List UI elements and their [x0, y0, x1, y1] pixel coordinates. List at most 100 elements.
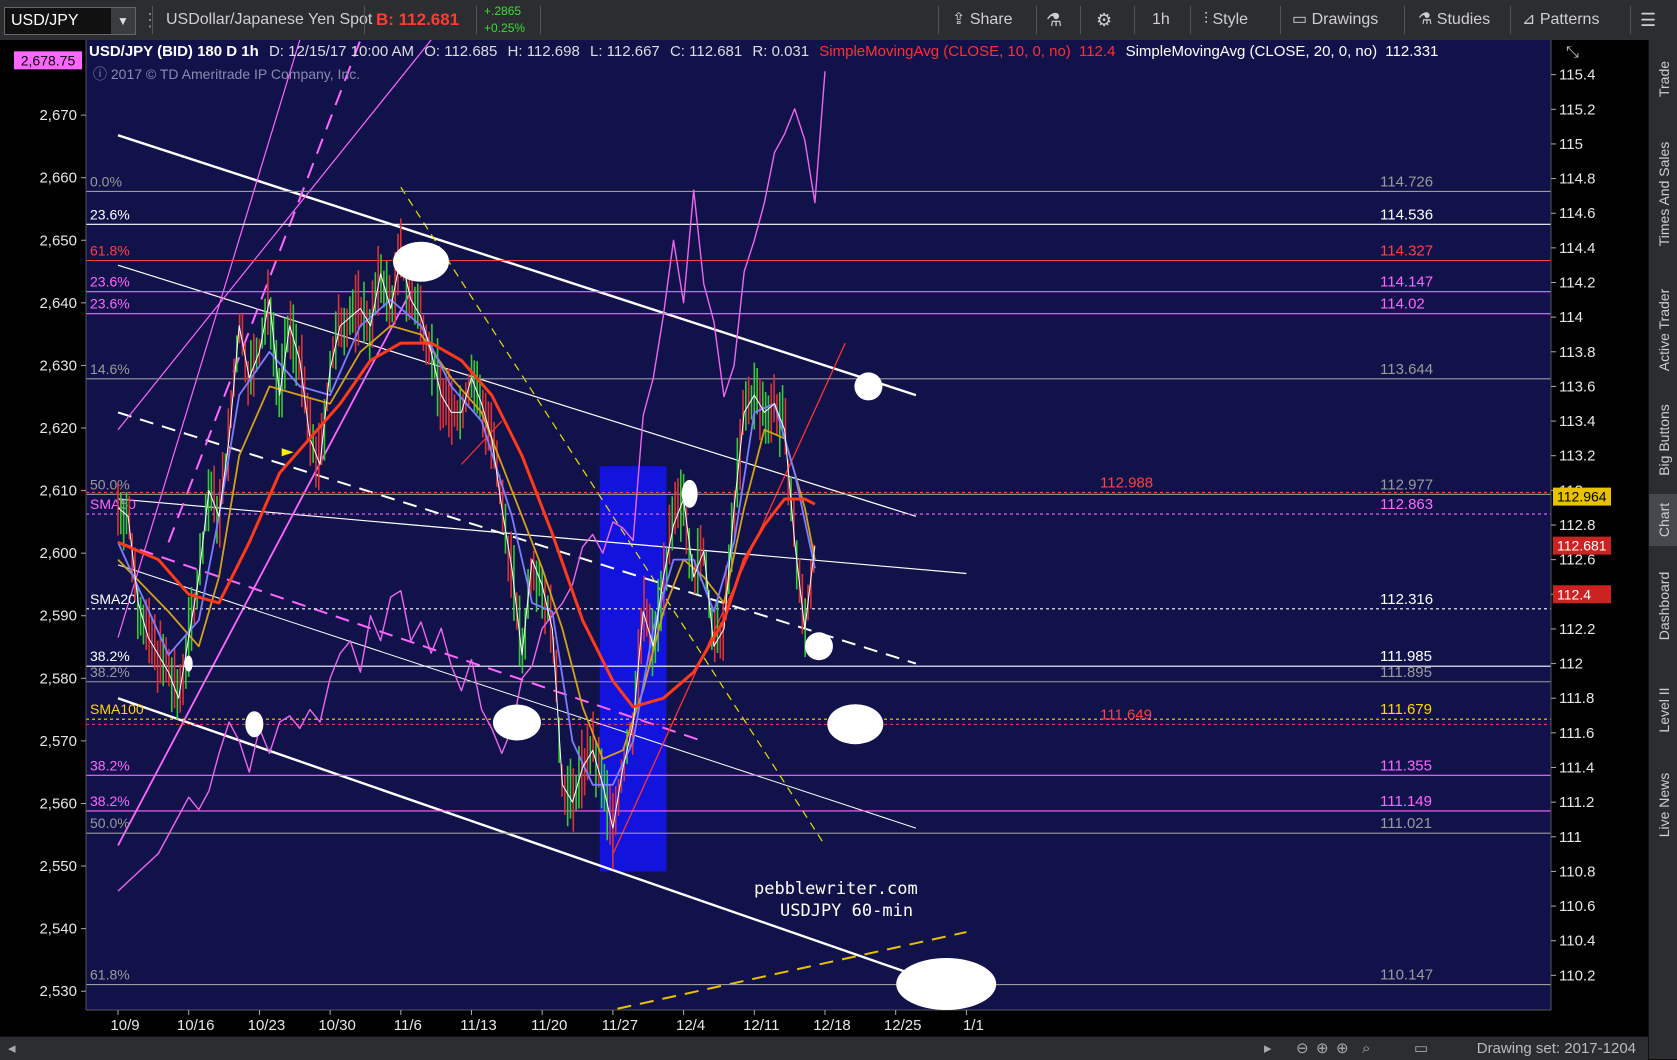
rail-tab-trade[interactable]: Trade	[1649, 44, 1677, 114]
header-open: O: 112.685	[424, 43, 498, 60]
right-tick-label: 114.4	[1559, 240, 1595, 257]
left-tick-label: 2,660	[39, 170, 77, 187]
collapse-icon[interactable]: ⤡	[1566, 44, 1579, 62]
right-tick-label: 110.4	[1559, 933, 1595, 950]
divider	[1190, 6, 1191, 34]
watermark: pebblewriter.com USDJPY 60-min	[754, 878, 918, 922]
right-tick-label: 112	[1559, 656, 1583, 673]
divider	[364, 6, 365, 34]
divider	[938, 6, 939, 34]
header-date: D: 12/15/17 10:00 AM	[268, 43, 415, 60]
symbol-description: USDollar/Japanese Yen Spot	[166, 11, 373, 28]
level-value: 112.316	[1380, 591, 1433, 608]
watermark-line-2: USDJPY 60-min	[780, 901, 914, 921]
sma20-value: 112.331	[1385, 43, 1439, 60]
level-label: 61.8%	[90, 967, 130, 983]
right-tick-label: 114.6	[1559, 205, 1595, 222]
chart-area[interactable]: 0.0% 114.726 23.6% 114.536 61.8% 114.327 23.6%…	[0, 40, 1648, 1040]
drawing-set-label[interactable]: Drawing set: 2017-1204	[1477, 1037, 1636, 1060]
level-label: 23.6%	[90, 296, 130, 312]
interval-button[interactable]: 1h	[1152, 0, 1170, 40]
level-label: 38.2%	[90, 793, 130, 809]
level-label: 61.8%	[90, 243, 130, 259]
rail-tab-label: Trade	[1655, 60, 1672, 98]
rail-tab-dashboard[interactable]: Dashboard	[1649, 552, 1677, 660]
level-value: 114.02	[1380, 296, 1425, 313]
level-label: SMA100	[90, 701, 144, 717]
x-tick-label: 11/6	[394, 1017, 422, 1034]
rail-tab-label: Times And Sales	[1655, 141, 1672, 247]
price-tag-label: 112.4	[1557, 586, 1591, 602]
level-value: 112.977	[1380, 476, 1433, 493]
right-tick-label: 113.4	[1559, 413, 1595, 430]
level-value: 111.149	[1380, 793, 1432, 810]
level-value: 112.863	[1380, 496, 1433, 513]
price-tag-label: 112.681	[1557, 538, 1607, 554]
rail-tab-level-ii[interactable]: Level II	[1649, 666, 1677, 754]
share-button[interactable]: ⇪ Share	[952, 0, 1013, 40]
style-label: Style	[1212, 11, 1249, 28]
drawing-set-icon[interactable]: ▭	[1414, 1037, 1428, 1060]
left-tick-label: 2,550	[39, 858, 77, 875]
annotation-ellipse	[245, 711, 264, 738]
rail-tab-chart[interactable]: Chart	[1649, 494, 1677, 546]
rail-tab-active-trader[interactable]: Active Trader	[1649, 274, 1677, 386]
chevron-down-icon[interactable]: ▼	[111, 8, 135, 34]
right-tick-label: 114	[1559, 309, 1583, 326]
drawings-button[interactable]: ▭ Drawings	[1292, 0, 1378, 40]
right-tick-label: 110.2	[1559, 967, 1595, 984]
left-tick-label: 2,670	[39, 107, 77, 124]
level-value: 111.895	[1380, 664, 1432, 681]
rail-tab-big-buttons[interactable]: Big Buttons	[1649, 392, 1677, 488]
rail-tab-times-and-sales[interactable]: Times And Sales	[1649, 120, 1677, 268]
patterns-button[interactable]: ⊿ Patterns	[1522, 0, 1599, 40]
annotation-ellipse	[854, 372, 883, 401]
right-tick-label: 112.2	[1559, 621, 1595, 638]
level-value: 112.988	[1100, 474, 1153, 491]
gear-icon[interactable]: ⚙	[1096, 0, 1112, 40]
symbol-selector[interactable]: USD/JPY ▼	[4, 7, 136, 35]
rectangle-icon: ▭	[1292, 11, 1308, 28]
magenta-channel-3	[117, 40, 432, 431]
right-tick-label: 113.6	[1559, 378, 1595, 395]
patterns-label: Patterns	[1539, 11, 1600, 28]
x-tick-label: 12/11	[743, 1017, 779, 1034]
sma20-label: SimpleMovingAvg (CLOSE, 20, 0, no)	[1125, 43, 1378, 60]
yellow-arrow-icon	[281, 448, 294, 457]
scroll-left-icon[interactable]: ◂	[8, 1037, 16, 1060]
level-label: 38.2%	[90, 757, 130, 773]
level-label: 23.6%	[90, 274, 130, 290]
level-label: 14.6%	[90, 361, 130, 377]
series-layer	[117, 71, 826, 892]
menu-icon[interactable]: ☰	[1640, 0, 1656, 40]
left-tick-label: 2,590	[39, 608, 77, 625]
rail-tab-label: Dashboard	[1655, 571, 1672, 641]
top-toolbar: USD/JPY ▼ ⋮ USDollar/Japanese Yen Spot B…	[0, 0, 1677, 41]
drawings-layer	[117, 40, 967, 1020]
left-tick-label: 2,540	[39, 921, 77, 938]
divider	[476, 6, 477, 34]
flask-icon[interactable]: ⚗	[1046, 0, 1062, 40]
level-value: 111.679	[1380, 701, 1432, 718]
rail-tab-label: Live News	[1655, 772, 1672, 838]
rail-tab-live-news[interactable]: Live News	[1649, 760, 1677, 850]
studies-button[interactable]: ⚗ Studies	[1418, 0, 1490, 40]
drawings-label: Drawings	[1311, 11, 1379, 28]
zoom-in-icon[interactable]: ⊕	[1316, 1037, 1329, 1060]
header-close: C: 112.681	[669, 43, 743, 60]
pan-icon[interactable]: ⊕	[1336, 1037, 1349, 1060]
rail-tab-label: Chart	[1655, 502, 1672, 538]
level-value: 110.147	[1380, 967, 1433, 984]
right-tick-label: 115	[1559, 136, 1583, 153]
style-button[interactable]: ⫶ Style	[1204, 0, 1248, 40]
scroll-right-icon[interactable]: ▸	[1264, 1037, 1272, 1060]
sma10-line	[117, 298, 816, 786]
magnifier-icon[interactable]: ⌕	[1362, 1037, 1370, 1060]
red-small-line	[460, 420, 503, 465]
left-tick-label: 2,570	[39, 733, 77, 750]
x-tick-label: 12/25	[884, 1017, 922, 1034]
level-value: 114.536	[1380, 206, 1433, 223]
annotation-ellipse	[184, 655, 193, 672]
x-tick-label: 1/1	[963, 1017, 984, 1034]
zoom-out-icon[interactable]: ⊖	[1296, 1037, 1309, 1060]
